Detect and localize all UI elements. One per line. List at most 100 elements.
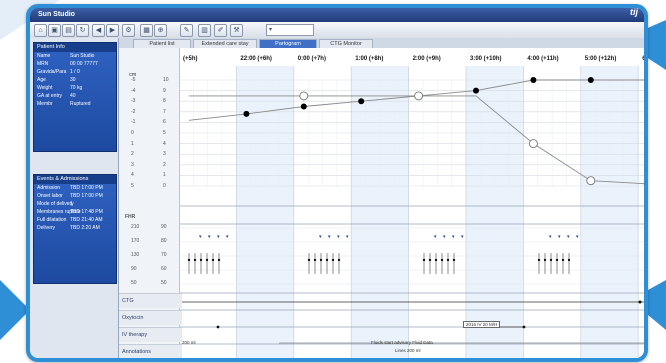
time-header: 1:00 (+8h) — [355, 56, 384, 62]
pen-icon[interactable]: ✐ — [214, 24, 227, 37]
panel-row: Mode of delivery 1 — [34, 200, 116, 208]
bp-dot — [428, 258, 432, 262]
cervix-tick: 1 — [163, 172, 166, 179]
row-value: 1 / 0 — [70, 69, 80, 75]
zoom-icon[interactable]: ⊕ — [154, 24, 167, 37]
partogram-chart: ▾ ▾ ▾ ▾ ▾ ▾ ▾ ▾ ▾ ▾ ▾ ▾ ▾ ▾ ▾ ▾ — [119, 66, 644, 358]
cervix-point[interactable] — [530, 77, 537, 83]
cervix-point[interactable] — [358, 98, 365, 105]
row-key: Gravida/Para — [37, 69, 67, 75]
graph-icon[interactable]: ▥ — [198, 24, 211, 37]
row-value: TBD 2:20 AM — [70, 225, 100, 231]
title-bar: Sun Studio tij — [30, 8, 644, 22]
patient-info-panel: Patient Info Name Sun Studio MRN 00 00 7777… — [33, 42, 117, 152]
fhr-tick: 130 — [131, 252, 140, 258]
zoom-select[interactable]: ▾ — [266, 24, 314, 36]
bp-dot — [434, 258, 438, 262]
fhr-label: FHR — [125, 214, 136, 220]
time-header: 22:00 (+6h) — [240, 56, 272, 62]
head-tick: 4 — [131, 172, 134, 179]
tab-extended-stay[interactable]: Extended care stay — [193, 39, 257, 48]
time-header: 4:00 (+11h) — [527, 56, 559, 62]
head-tick: 2 — [131, 151, 134, 158]
fhr-marker: ▾ — [226, 234, 229, 240]
panel-row: Admission TBD 17:00 PM — [34, 184, 116, 192]
row-value: TBD 17:00 PM — [70, 185, 103, 191]
row-value: 30 — [70, 77, 76, 83]
fhr-marker: ▾ — [199, 234, 202, 240]
time-header: 3:00 (+10h) — [470, 56, 502, 62]
save-icon[interactable]: ▣ — [48, 24, 61, 37]
tab-partogram[interactable]: Partogram — [259, 39, 317, 48]
bp-tick: 50 — [161, 280, 167, 286]
fhr-marker: ▾ — [558, 234, 561, 240]
head-point[interactable] — [299, 91, 309, 101]
tab-patient-list[interactable]: Patient list — [133, 39, 191, 48]
cervix-point[interactable] — [587, 77, 594, 83]
annotation-left: 200 ml — [182, 340, 196, 345]
drug-dot — [522, 325, 526, 329]
head-point[interactable] — [414, 91, 424, 101]
panel-row: Age 30 — [34, 76, 116, 84]
settings-icon[interactable]: ⚙ — [122, 24, 135, 37]
bp-dot — [537, 258, 541, 262]
head-point[interactable] — [528, 139, 538, 149]
bp-dot — [422, 258, 426, 262]
fhr-marker: ▾ — [567, 234, 570, 240]
back-icon[interactable]: ◀ — [92, 24, 105, 37]
bp-dot — [440, 258, 444, 262]
cervix-point[interactable] — [243, 110, 250, 117]
bp-dot — [193, 258, 197, 262]
application-window: Sun Studio tij ⌂ ▣ ▤ ↻ ◀ ▶ ⚙ ▦ ⊕ ✎ ▥ ✐ ⚒… — [26, 4, 648, 362]
forward-icon[interactable]: ▶ — [106, 24, 119, 37]
panel-row: GA at entry 40 — [34, 92, 116, 100]
row-value: TBD 17:00 PM — [70, 193, 103, 199]
cervix-point[interactable] — [473, 87, 479, 94]
ctg-row-label: CTG — [119, 293, 182, 308]
bp-dot — [205, 258, 209, 262]
panel-row: Onset labor TBD 17:00 PM — [34, 192, 116, 200]
row-key: Mode of delivery — [37, 201, 74, 207]
row-key: Name — [37, 53, 51, 59]
bp-dot — [549, 258, 553, 262]
bp-dot — [337, 258, 341, 262]
fhr-marker: ▾ — [549, 234, 552, 240]
patient-panel-header: Patient Info — [34, 43, 116, 52]
bp-tick: 70 — [161, 252, 167, 258]
fhr-marker: ▾ — [337, 234, 340, 240]
head-point[interactable] — [586, 176, 596, 186]
panel-row: Gravida/Para 1 / 0 — [34, 68, 116, 76]
row-value: Ruptured — [70, 101, 91, 107]
bp-dot — [555, 258, 559, 262]
tool-icon[interactable]: ⚒ — [230, 24, 243, 37]
tab-ctg-monitor[interactable]: CTG Monitor — [319, 39, 373, 48]
panel-row: Full dilatation TBD 21:40 AM — [34, 216, 116, 224]
fhr-marker: ▾ — [217, 234, 220, 240]
events-panel-header: Events & Admissions — [34, 175, 116, 184]
row-value: TBD 21:40 AM — [70, 217, 103, 223]
row-key: Membr — [37, 101, 53, 107]
panel-row: MRN 00 00 77777 — [34, 60, 116, 68]
fhr-marker: ▾ — [208, 234, 211, 240]
home-icon[interactable]: ⌂ — [34, 24, 47, 37]
app-title: Sun Studio — [38, 11, 75, 18]
fhr-marker: ▾ — [319, 234, 322, 240]
panel-row: Membranes rupture TBD 17:48 PM — [34, 208, 116, 216]
annotation-2: Lines 200 ml — [395, 348, 421, 353]
fhr-marker: ▾ — [328, 234, 331, 240]
print-icon[interactable]: ▤ — [62, 24, 75, 37]
bp-tick: 80 — [161, 238, 167, 244]
edit-icon[interactable]: ✎ — [180, 24, 193, 37]
refresh-icon[interactable]: ↻ — [76, 24, 89, 37]
row-key: Admission — [37, 185, 61, 191]
bp-dot — [543, 258, 547, 262]
chart-icon[interactable]: ▦ — [140, 24, 153, 37]
cervix-point[interactable] — [300, 103, 307, 110]
partogram-grid: ▾ ▾ ▾ ▾ ▾ ▾ ▾ ▾ ▾ ▾ ▾ ▾ ▾ ▾ ▾ ▾ cm -5 -4 -3 -2 -1 0 1 2 3 4 5 10 9 8… — [119, 48, 644, 358]
bp-tick: 60 — [161, 266, 167, 272]
fhr-tick: 90 — [131, 266, 137, 272]
row-key: Onset labor — [37, 193, 63, 199]
head-tick: -3 — [131, 98, 136, 105]
toolbar: ⌂ ▣ ▤ ↻ ◀ ▶ ⚙ ▦ ⊕ ✎ ▥ ✐ ⚒ ▾ — [30, 22, 644, 39]
row-key: MRN — [37, 61, 49, 67]
